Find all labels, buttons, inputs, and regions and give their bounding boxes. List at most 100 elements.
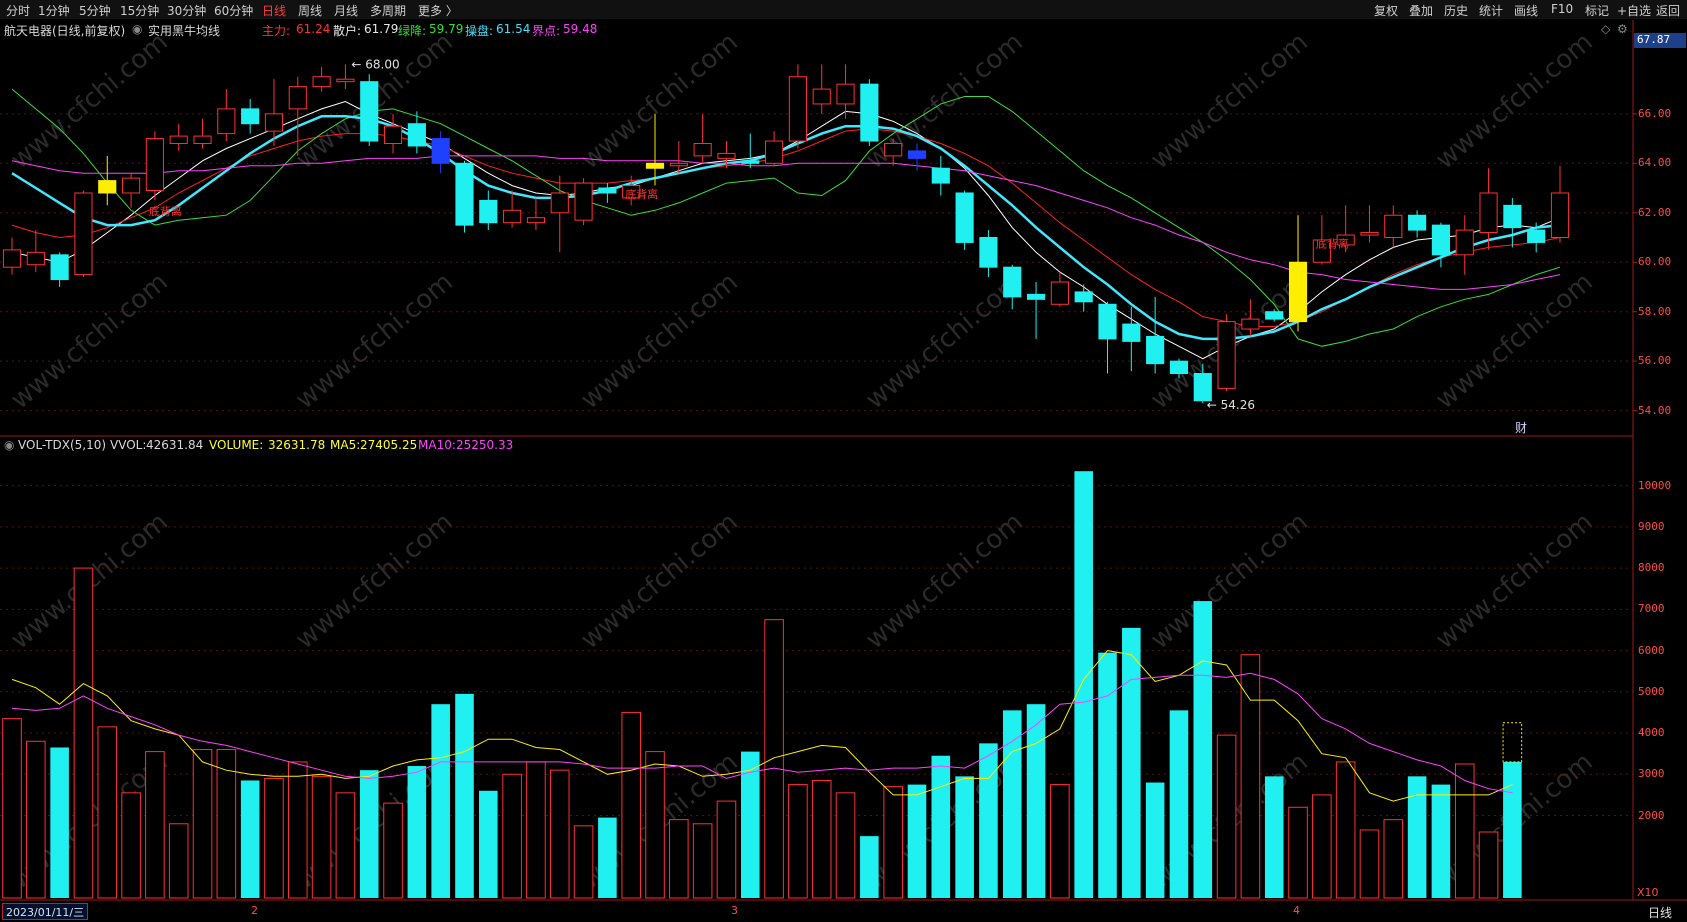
volume-bar bbox=[1383, 819, 1404, 899]
candle-body bbox=[455, 162, 474, 226]
candle-body bbox=[336, 78, 355, 83]
candle-body bbox=[383, 125, 403, 145]
volume-tick-label: 2000 bbox=[1638, 808, 1665, 822]
candle-body bbox=[169, 135, 188, 145]
vvol-label: VVOL: bbox=[110, 438, 147, 452]
cursor-date: 2023/01/11/三 bbox=[2, 903, 89, 920]
volume-bar bbox=[1145, 782, 1165, 898]
watermark-text: www.cfchi.com bbox=[1145, 507, 1314, 655]
volume-bar bbox=[1335, 761, 1356, 899]
vol-toggle-icon[interactable]: ◉ bbox=[4, 438, 14, 452]
candle-body bbox=[431, 138, 450, 164]
candle-body bbox=[1050, 281, 1069, 305]
candle-body bbox=[574, 182, 593, 221]
candle-body bbox=[2, 249, 22, 268]
price-panel: ← 68.00← 54.26底背离底背离底背离财 bbox=[0, 57, 1637, 435]
watermark-text: www.cfchi.com bbox=[290, 267, 459, 415]
volume-bar bbox=[1478, 831, 1499, 899]
watermark-text: www.cfchi.com bbox=[575, 267, 744, 415]
month-tick-2: 2 bbox=[251, 904, 258, 917]
candle-body bbox=[526, 217, 546, 224]
watermark-text: www.cfchi.com bbox=[1430, 27, 1599, 175]
candle-body bbox=[241, 108, 260, 125]
candle-body bbox=[26, 251, 45, 266]
candle-body bbox=[503, 209, 522, 224]
candle-body bbox=[1479, 192, 1498, 234]
candle-body bbox=[1384, 214, 1403, 239]
volume-bar bbox=[383, 802, 403, 899]
candle-body bbox=[122, 177, 141, 194]
volume-bar bbox=[907, 784, 927, 898]
ma-line-主力 bbox=[11, 100, 1561, 360]
volume-bar bbox=[359, 770, 379, 898]
candle-body bbox=[598, 187, 617, 194]
volume-bar bbox=[1503, 761, 1522, 898]
candle-body bbox=[1003, 266, 1022, 298]
price-tick-label: 58.00 bbox=[1638, 304, 1672, 318]
candle-body bbox=[1241, 318, 1260, 330]
signal-label: 底背离 bbox=[625, 187, 658, 201]
volume-bar bbox=[1098, 652, 1117, 898]
volume-bar bbox=[1050, 784, 1070, 899]
volume-bar bbox=[455, 693, 474, 898]
signal-label: 底背离 bbox=[149, 204, 182, 218]
candle-body bbox=[1169, 360, 1189, 375]
candle-body bbox=[1455, 229, 1474, 256]
candle-body bbox=[1503, 204, 1522, 229]
volume-bar bbox=[479, 790, 498, 898]
price-tick-label: 64.00 bbox=[1638, 156, 1672, 170]
candle-body bbox=[741, 160, 760, 164]
volume-bar bbox=[811, 779, 832, 899]
volume-bar bbox=[764, 619, 784, 899]
signal-label: 底背离 bbox=[1316, 236, 1349, 250]
volume-bar bbox=[549, 769, 570, 899]
volume-tick-label: 5000 bbox=[1638, 684, 1665, 698]
volume-bar bbox=[50, 747, 69, 898]
candle-body bbox=[955, 192, 974, 243]
candle-body bbox=[360, 81, 379, 142]
candle-body bbox=[217, 108, 236, 135]
candle-body bbox=[979, 237, 998, 268]
watermark-text: www.cfchi.com bbox=[5, 267, 174, 415]
candle-body bbox=[1074, 291, 1093, 303]
vvol-value: 42631.84 bbox=[146, 438, 204, 452]
volume-bar bbox=[1122, 627, 1141, 898]
candle-body bbox=[812, 88, 831, 105]
volume-tick-label: 7000 bbox=[1638, 602, 1665, 616]
ma-line-操盘 bbox=[11, 115, 1561, 341]
ma10-label: MA10: bbox=[418, 438, 456, 452]
volume-bar bbox=[598, 817, 617, 898]
candle-body bbox=[264, 113, 284, 132]
volume-bar bbox=[788, 784, 808, 899]
candle-body bbox=[407, 123, 426, 147]
kline-chart[interactable]: www.cfchi.com www.cfchi.com www.cfchi.com w… bbox=[0, 0, 1687, 922]
watermark-text: www.cfchi.com bbox=[1145, 27, 1314, 175]
candle-body bbox=[717, 152, 736, 159]
ma5-label: MA5: bbox=[330, 438, 361, 452]
ma-line-界点 bbox=[11, 155, 1561, 290]
last-price-tag: 67.87 bbox=[1634, 33, 1686, 48]
volume-bar bbox=[240, 780, 260, 898]
low-price-label: ← 54.26 bbox=[1207, 398, 1255, 412]
candle-body bbox=[907, 150, 927, 159]
candle-body bbox=[98, 180, 117, 194]
volume-bar bbox=[97, 726, 118, 899]
candle-body bbox=[1026, 293, 1046, 300]
volume-bar bbox=[145, 751, 165, 899]
vol-indicator-name[interactable]: VOL-TDX(5,10) bbox=[18, 438, 106, 452]
volume-bar bbox=[192, 749, 213, 899]
price-tick-label: 54.00 bbox=[1638, 403, 1672, 417]
candle-body bbox=[1527, 229, 1546, 243]
volume-bar bbox=[311, 775, 332, 899]
volume-bar bbox=[979, 743, 998, 898]
volume-bar bbox=[502, 773, 522, 899]
volume-bar bbox=[1431, 784, 1451, 898]
volume-bar bbox=[1002, 710, 1022, 898]
candle-body bbox=[1265, 311, 1284, 320]
candle-body bbox=[860, 83, 879, 142]
candle-body bbox=[884, 143, 903, 157]
volume-bar bbox=[1216, 734, 1237, 899]
volume-label: VOLUME: bbox=[209, 438, 264, 452]
candle-body bbox=[74, 192, 93, 276]
volume-bar bbox=[621, 711, 641, 899]
